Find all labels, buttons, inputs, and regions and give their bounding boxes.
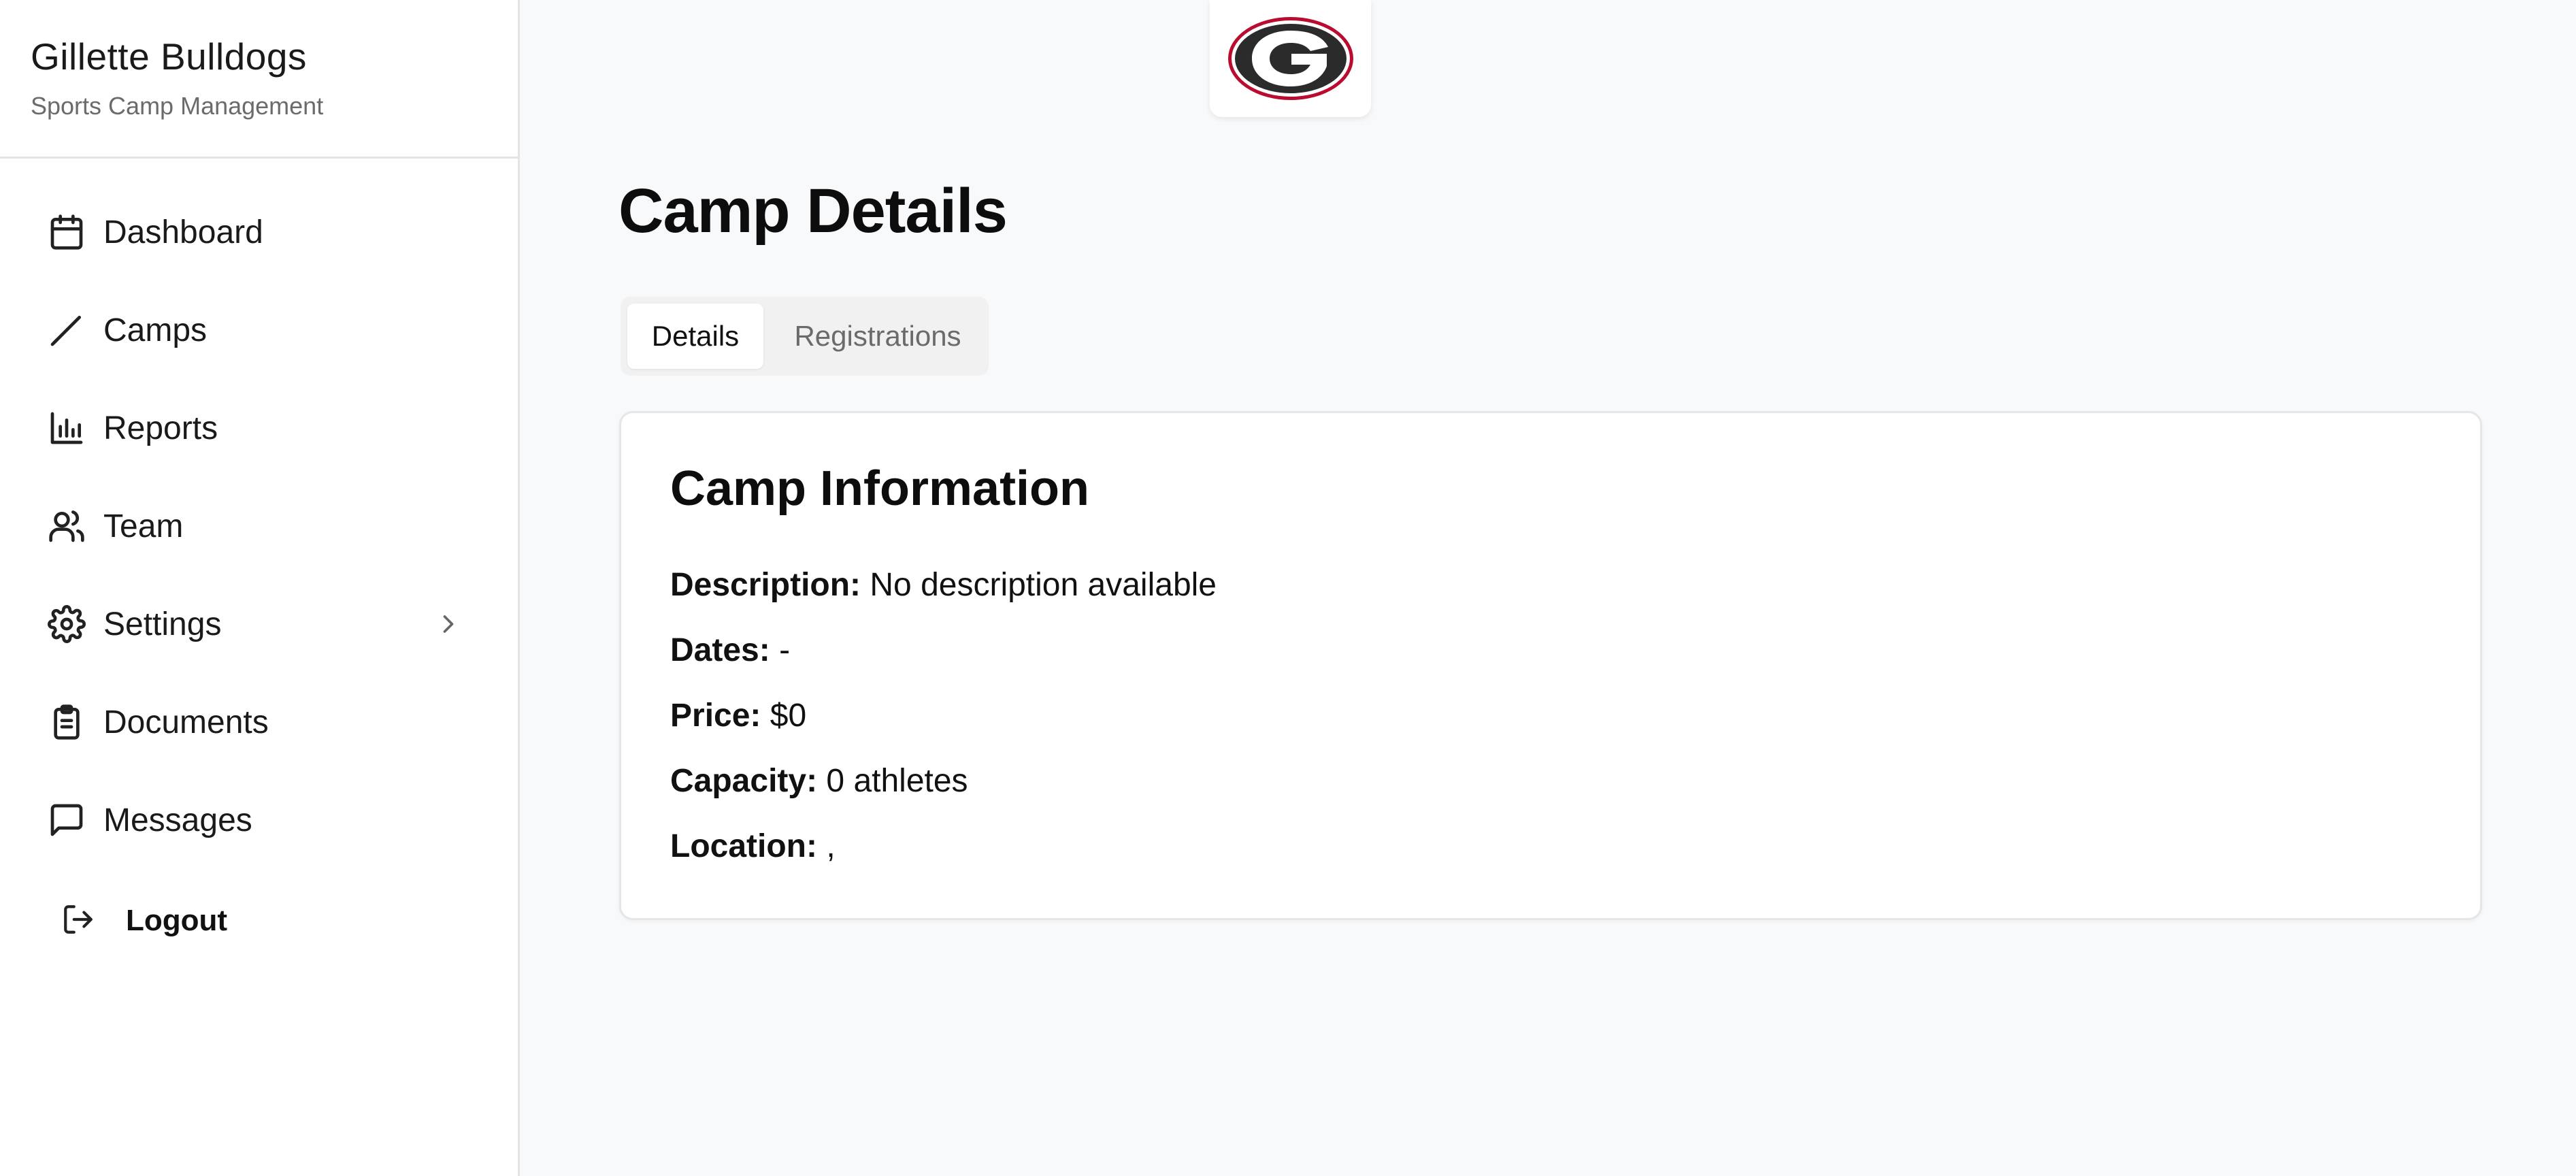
page-title: Camp Details xyxy=(618,176,1008,246)
tab-registrations[interactable]: Registrations xyxy=(776,304,980,369)
sidebar-item-dashboard[interactable]: Dashboard xyxy=(48,198,477,266)
sidebar-item-team[interactable]: Team xyxy=(48,492,477,560)
main-content: Camp Details Details Registrations Camp … xyxy=(520,0,2576,1176)
field-label: Description: xyxy=(670,567,870,603)
field-value: 0 athletes xyxy=(826,763,968,799)
sidebar-item-label: Dashboard xyxy=(103,214,263,250)
sidebar: Gillette Bulldogs Sports Camp Management… xyxy=(0,0,520,1176)
field-label: Dates: xyxy=(670,632,780,668)
sidebar-item-settings[interactable]: Settings xyxy=(48,590,477,658)
clipboard-icon xyxy=(48,703,86,741)
dates-field: Dates: - xyxy=(670,632,790,669)
baseball-bat-icon xyxy=(48,311,86,349)
field-value: , xyxy=(826,828,836,864)
sidebar-item-label: Team xyxy=(103,508,184,544)
brand-header: Gillette Bulldogs Sports Camp Management xyxy=(0,0,518,159)
tab-list: Details Registrations xyxy=(621,297,989,376)
team-logo xyxy=(1210,0,1371,117)
price-field: Price: $0 xyxy=(670,697,806,734)
sidebar-item-messages[interactable]: Messages xyxy=(48,786,477,854)
sidebar-item-label: Messages xyxy=(103,802,252,838)
brand-title: Gillette Bulldogs xyxy=(31,35,307,78)
bulldogs-g-logo-icon xyxy=(1227,17,1353,100)
users-icon xyxy=(48,507,86,545)
sidebar-item-label: Reports xyxy=(103,410,218,446)
chevron-right-icon xyxy=(433,609,463,639)
capacity-field: Capacity: 0 athletes xyxy=(670,762,968,800)
bar-chart-icon xyxy=(48,409,86,447)
message-icon xyxy=(48,801,86,839)
sidebar-item-documents[interactable]: Documents xyxy=(48,688,477,756)
field-label: Capacity: xyxy=(670,763,827,799)
field-value: No description available xyxy=(870,567,1217,603)
calendar-icon xyxy=(48,213,86,251)
field-value: $0 xyxy=(770,698,807,734)
sidebar-item-label: Documents xyxy=(103,704,269,740)
location-field: Location: , xyxy=(670,828,836,865)
field-value: - xyxy=(779,632,791,668)
logout-label: Logout xyxy=(126,904,228,937)
gear-icon xyxy=(48,605,86,643)
description-field: Description: No description available xyxy=(670,566,1217,604)
field-label: Price: xyxy=(670,698,770,734)
camp-information-card: Camp Information Description: No descrip… xyxy=(619,411,2482,920)
card-title: Camp Information xyxy=(670,461,1090,516)
logout-icon xyxy=(61,902,95,940)
brand-subtitle: Sports Camp Management xyxy=(31,92,324,120)
sidebar-item-reports[interactable]: Reports xyxy=(48,394,477,462)
sidebar-item-label: Camps xyxy=(103,312,208,348)
tab-details[interactable]: Details xyxy=(627,304,763,369)
sidebar-item-camps[interactable]: Camps xyxy=(48,296,477,364)
field-label: Location: xyxy=(670,828,827,864)
logout-button[interactable]: Logout xyxy=(61,887,227,955)
sidebar-item-label: Settings xyxy=(103,606,222,642)
